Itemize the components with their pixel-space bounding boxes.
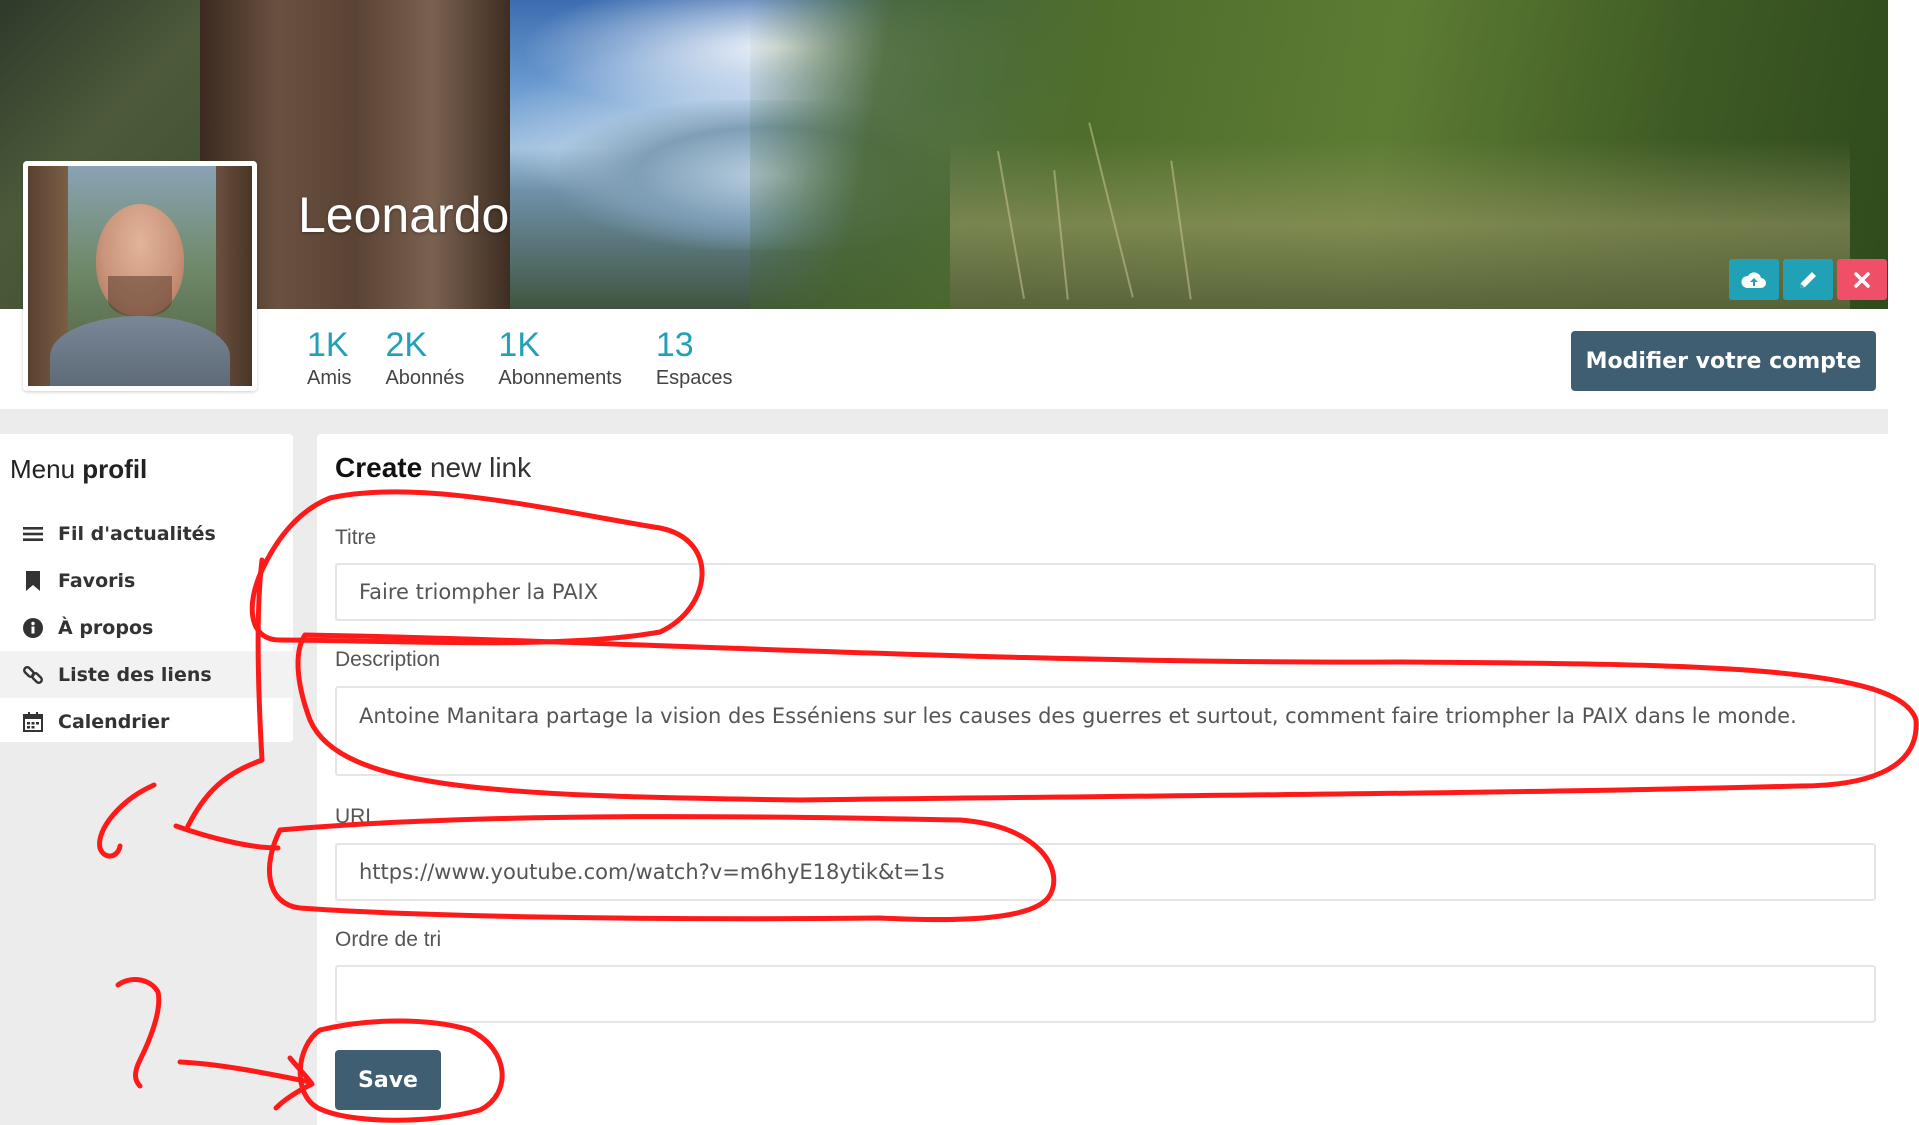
stat-label: Abonnements <box>498 367 622 389</box>
save-button[interactable]: Save <box>335 1050 441 1110</box>
title-input[interactable] <box>335 563 1876 621</box>
title-label: Titre <box>335 526 377 549</box>
menu-item-about[interactable]: À propos <box>0 604 293 651</box>
menu-title-bold: profil <box>82 454 148 484</box>
menu-title-light: Menu <box>10 454 76 484</box>
delete-cover-button[interactable] <box>1837 259 1887 300</box>
cover-actions <box>1725 259 1887 300</box>
profile-stats: 1K Amis 2K Abonnés 1K Abonnements 13 Esp… <box>307 325 767 391</box>
form-title-light: new link <box>429 452 532 483</box>
stat-value: 13 <box>655 326 694 364</box>
menu-item-label: À propos <box>58 616 154 639</box>
menu-item-label: Favoris <box>58 569 136 592</box>
stat-value: 1K <box>498 326 541 364</box>
description-input[interactable]: Antoine Manitara partage la vision des E… <box>335 686 1876 776</box>
menu-item-news-feed[interactable]: Fil d'actualités <box>0 510 293 557</box>
order-input[interactable] <box>335 965 1876 1023</box>
stat-following[interactable]: 1K Abonnements <box>498 325 621 391</box>
menu-item-label: Liste des liens <box>58 663 212 686</box>
avatar-photo-beard <box>108 276 172 316</box>
menu-item-label: Calendrier <box>58 710 170 733</box>
stat-value: 2K <box>385 326 428 364</box>
close-icon <box>1854 271 1870 288</box>
edit-account-button[interactable]: Modifier votre compte <box>1571 331 1876 391</box>
description-label: Description <box>335 648 441 671</box>
order-label: Ordre de tri <box>335 928 442 951</box>
calendar-icon <box>22 711 44 733</box>
avatar[interactable] <box>23 161 257 391</box>
menu-item-calendar[interactable]: Calendrier <box>0 698 293 745</box>
url-input[interactable] <box>335 843 1876 901</box>
profile-menu: Menu profil Fil d'actualités Favoris À p… <box>0 434 293 742</box>
profile-cover-image <box>0 0 1888 309</box>
menu-item-links-list[interactable]: Liste des liens <box>0 651 293 698</box>
profile-menu-title: Menu profil <box>10 454 147 485</box>
cover-grass <box>950 140 1850 309</box>
link-icon <box>22 664 44 686</box>
bookmark-icon <box>22 570 44 592</box>
stat-followers[interactable]: 2K Abonnés <box>385 325 464 391</box>
list-icon <box>22 523 44 545</box>
stat-label: Abonnés <box>385 367 465 389</box>
upload-cover-button[interactable] <box>1729 259 1779 300</box>
stat-friends[interactable]: 1K Amis <box>307 325 351 391</box>
cloud-upload-icon <box>1741 271 1766 288</box>
avatar-photo <box>28 166 252 386</box>
create-link-form: Create new link Titre Description Antoin… <box>317 434 1888 1125</box>
stat-spaces[interactable]: 13 Espaces <box>656 325 733 391</box>
stat-label: Amis <box>307 367 352 389</box>
edit-cover-button[interactable] <box>1783 259 1833 300</box>
avatar-photo-hoodie <box>50 316 230 386</box>
profile-menu-list: Fil d'actualités Favoris À propos Liste … <box>0 510 293 745</box>
form-title: Create new link <box>335 452 531 484</box>
info-icon <box>22 617 44 639</box>
stat-value: 1K <box>307 326 349 364</box>
pencil-icon <box>1800 271 1816 288</box>
stat-label: Espaces <box>655 367 733 389</box>
form-title-bold: Create <box>335 452 423 483</box>
menu-item-favorites[interactable]: Favoris <box>0 557 293 604</box>
url-label: URL <box>335 805 378 828</box>
profile-name: Leonardo <box>298 187 510 243</box>
menu-item-label: Fil d'actualités <box>58 522 216 545</box>
